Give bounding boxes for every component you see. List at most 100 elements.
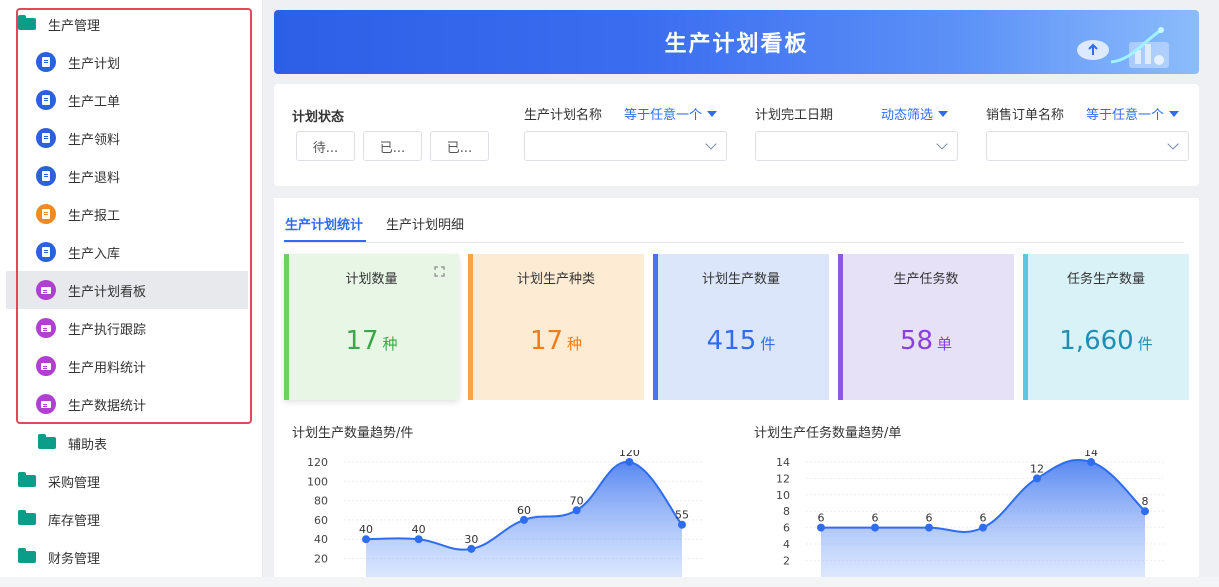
tab-plan-stats[interactable]: 生产计划统计 [285,214,363,233]
sidebar-item[interactable]: 生产退料 [18,157,248,195]
y-tick-label: 20 [314,553,328,566]
y-tick-label: 14 [776,456,790,469]
sidebar-item-label: 生产用料统计 [68,360,147,376]
task-count-trend-chart: 14 12 10 8 6 4 2 6 6 6 6 12 14 8 [776,450,1166,587]
dashboard-icon [36,280,56,300]
kpi-title: 任务生产数量 [1066,272,1145,287]
chevron-down-icon [1167,138,1179,150]
data-point [520,515,528,524]
dashboard-icon [36,318,56,338]
plan-name-select[interactable] [524,131,727,161]
expand-icon[interactable] [434,266,445,277]
sidebar-item[interactable]: 生产计划 [18,43,248,81]
sidebar-item[interactable]: 生产报工 [18,195,248,233]
data-point [1141,507,1149,516]
sidebar-group-production[interactable]: 生产管理 [18,5,248,43]
active-tab-indicator [284,240,366,242]
plan-date-mode-dropdown[interactable]: 动态筛选 [881,104,949,123]
plan-status-label: 计划状态 [292,110,345,125]
sidebar-item[interactable]: 生产用料统计 [18,347,248,385]
dashboard-icon [36,356,56,376]
sales-order-select[interactable] [986,131,1189,161]
data-point [1033,474,1041,483]
tab-plan-details[interactable]: 生产计划明细 [386,214,464,233]
sales-order-label: 销售订单名称 [986,108,1065,123]
kpi-number: 1,660 [1059,326,1134,356]
sidebar-item[interactable]: 生产入库 [18,233,248,271]
plan-quantity-trend-chart: 120 100 80 60 40 20 40 40 30 60 70 120 55 [307,450,704,587]
sidebar-item-label: 生产退料 [68,170,121,186]
sidebar-group-finance[interactable]: 财务管理 [18,538,248,576]
kpi-card: 任务生产数量 1,660 件 [1023,254,1189,400]
data-label: 55 [675,509,689,522]
data-label: 8 [1142,495,1149,508]
data-label: 6 [818,512,825,525]
data-point [625,458,634,466]
sales-order-mode-text: 等于任意一个 [1086,108,1165,123]
plan-date-select[interactable] [755,131,958,161]
sidebar-group-purchase[interactable]: 采购管理 [18,462,248,500]
data-label: 60 [517,504,531,517]
plan-name-mode-text: 等于任意一个 [624,108,703,123]
folder-icon [18,548,36,563]
main-area: 生产计划看板 计划状态 待... 已... 已... 生产计划名称 等于任意一个… [263,0,1219,587]
dashboard-banner: 生产计划看板 [274,10,1199,74]
sidebar-item-label: 生产数据统计 [68,398,147,414]
data-label: 70 [570,494,584,507]
sidebar-item[interactable]: 生产执行跟踪 [18,309,248,347]
content-panel: 生产计划统计 生产计划明细 计划数量 17 种计划生产种类 17 种计划生产数量 415 件… [274,198,1199,587]
y-tick-label: 40 [314,533,328,546]
plan-date-mode-text: 动态筛选 [881,108,934,123]
data-label: 6 [926,512,933,525]
kpi-unit: 种 [567,335,583,353]
sidebar-item[interactable]: 生产数据统计 [18,385,248,423]
kpi-unit: 种 [382,335,398,353]
kpi-unit: 件 [760,335,776,353]
caret-down-icon [707,111,718,117]
sidebar-item-label: 生产入库 [68,246,121,262]
sidebar-item[interactable]: 生产计划看板 [6,271,248,309]
sidebar-item[interactable]: 生产工单 [18,81,248,119]
kpi-title: 计划数量 [345,272,398,287]
status-button-pending[interactable]: 待... [296,131,355,161]
y-tick-label: 10 [776,489,790,502]
y-tick-label: 120 [307,456,328,469]
y-tick-label: 8 [783,505,790,518]
kpi-number: 17 [529,326,564,356]
caret-down-icon [1169,111,1180,117]
document-icon [36,166,56,186]
y-tick-label: 12 [776,472,790,485]
sidebar-item-label: 生产工单 [68,94,121,110]
kpi-title: 计划生产种类 [516,272,595,287]
data-point [1087,458,1095,466]
kpi-unit: 单 [937,335,953,353]
status-button-done-1[interactable]: 已... [363,131,422,161]
folder-icon [18,510,36,525]
data-point [979,523,987,532]
data-point [467,544,476,553]
plan-name-label: 生产计划名称 [524,108,603,123]
sidebar-item-label: 生产领料 [68,132,121,148]
kpi-value: 58 单 [838,326,1014,356]
y-tick-label: 4 [783,538,790,551]
tab-divider [284,242,1184,243]
folder-icon [18,15,36,30]
kpi-number: 17 [345,326,379,356]
data-label: 120 [619,450,640,459]
sidebar-item[interactable]: 生产领料 [18,119,248,157]
sidebar-group-inventory[interactable]: 库存管理 [18,500,248,538]
y-tick-label: 2 [783,554,790,567]
folder-icon [18,472,36,487]
sidebar-item-label: 生产计划看板 [68,284,147,300]
sidebar-subfolder-aux[interactable]: 辅助表 [38,424,248,462]
sidebar-group-label: 财务管理 [48,551,101,567]
kpi-card: 计划生产种类 17 种 [468,254,644,400]
plan-name-mode-dropdown[interactable]: 等于任意一个 [624,104,718,123]
status-button-done-2[interactable]: 已... [430,131,489,161]
growth-chart-icon [1077,27,1169,68]
clipboard-icon [36,204,56,224]
sidebar-item-label: 生产执行跟踪 [68,322,147,338]
sales-order-mode-dropdown[interactable]: 等于任意一个 [1086,104,1180,123]
kpi-number: 415 [706,326,757,356]
data-label: 30 [464,533,478,546]
